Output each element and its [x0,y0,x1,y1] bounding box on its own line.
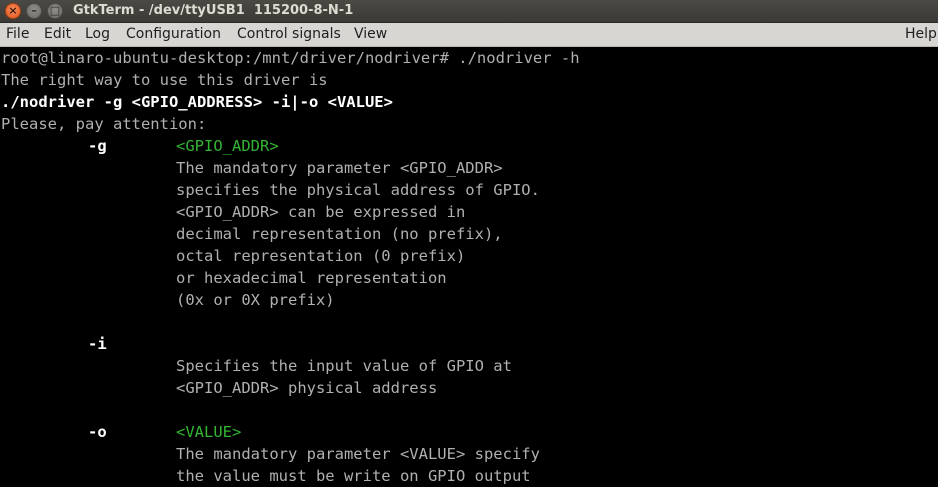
menu-help[interactable]: Help [905,23,937,46]
option-g-desc: octal representation (0 prefix) [176,247,466,265]
option-flag-g: -g [88,137,107,155]
option-g-desc: specifies the physical address of GPIO. [176,181,540,199]
window-title: GtkTerm - /dev/ttyUSB1 115200-8-N-1 [73,3,354,18]
menu-control-signals[interactable]: Control signals [237,23,341,46]
menu-file[interactable]: File [6,23,29,46]
menu-bar: File Edit Log Configuration Control sign… [0,23,938,47]
menu-edit[interactable]: Edit [44,23,71,46]
option-g-desc: (0x or 0X prefix) [176,291,335,309]
attention-line: Please, pay attention: [1,115,207,133]
option-g-desc: The mandatory parameter <GPIO_ADDR> [176,159,503,177]
maximize-window-button[interactable]: □ [47,3,63,19]
option-g-desc: decimal representation (no prefix), [176,225,503,243]
usage-command: ./nodriver -g <GPIO_ADDRESS> -i|-o <VALU… [1,93,393,111]
close-icon: × [8,4,18,17]
maximize-icon: □ [49,4,61,17]
option-i-desc: Specifies the input value of GPIO at [176,357,512,375]
option-g-desc: <GPIO_ADDR> can be expressed in [176,203,466,221]
menu-configuration[interactable]: Configuration [126,23,221,46]
gtkterm-window: × – □ GtkTerm - /dev/ttyUSB1 115200-8-N-… [0,0,938,487]
menu-log[interactable]: Log [85,23,110,46]
title-bar: × – □ GtkTerm - /dev/ttyUSB1 115200-8-N-… [0,0,938,23]
prompt-line: root@linaro-ubuntu-desktop:/mnt/driver/n… [1,49,580,67]
usage-intro: The right way to use this driver is [1,71,328,89]
option-arg-g: <GPIO_ADDR> [176,137,279,155]
option-g-desc: or hexadecimal representation [176,269,447,287]
option-flag-o: -o [88,423,107,441]
close-window-button[interactable]: × [5,3,21,19]
option-i-desc: <GPIO_ADDR> physical address [176,379,438,397]
menu-view[interactable]: View [354,23,387,46]
terminal-output[interactable]: root@linaro-ubuntu-desktop:/mnt/driver/n… [0,47,938,487]
minimize-icon: – [31,4,37,17]
option-o-desc: The mandatory parameter <VALUE> specify [176,445,540,463]
option-arg-o: <VALUE> [176,423,242,441]
minimize-window-button[interactable]: – [26,3,42,19]
option-o-desc: the value must be write on GPIO output [176,467,531,485]
option-flag-i: -i [88,335,107,353]
